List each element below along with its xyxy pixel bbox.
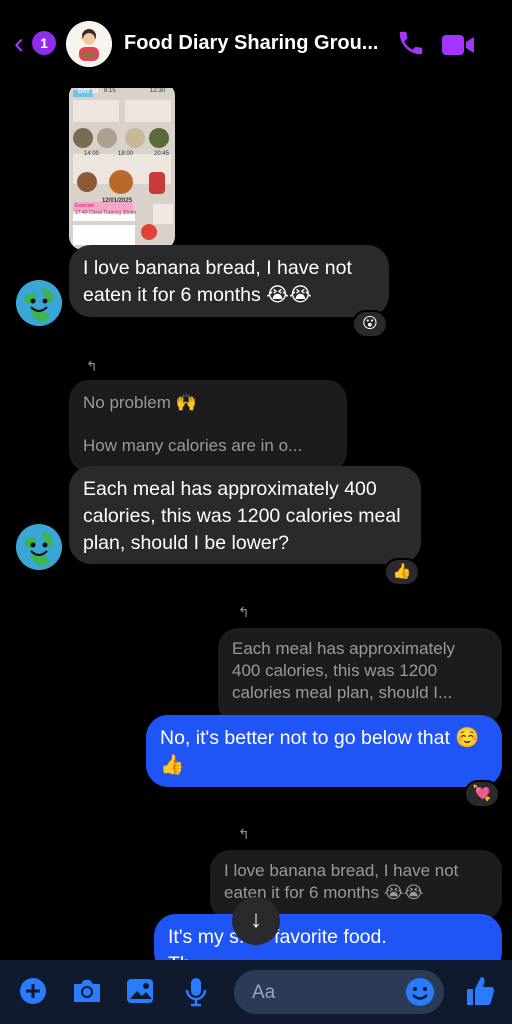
like-icon[interactable] <box>464 974 496 1013</box>
message-reaction[interactable]: 💘 <box>464 780 500 808</box>
quoted-line: No problem 🙌 <box>83 393 197 412</box>
reply-icon: ↰ <box>238 604 250 620</box>
phone-icon[interactable] <box>396 28 426 63</box>
photo-time-5: 20:45 <box>154 151 170 157</box>
shared-photo[interactable] <box>69 82 175 250</box>
message-reaction[interactable]: 😮 <box>352 310 388 338</box>
reply-icon: ↰ <box>86 358 98 374</box>
photo-time-4: 18:00 <box>118 151 134 157</box>
emoji-icon[interactable] <box>404 976 436 1013</box>
photo-plan: 17:40 Chest Training 30min <box>75 210 137 216</box>
unread-badge[interactable]: 1 <box>32 31 56 55</box>
chat-title[interactable]: Food Diary Sharing Grou... <box>124 32 390 55</box>
microphone-icon[interactable] <box>182 976 210 1013</box>
message-input-placeholder: Aa <box>252 982 276 1003</box>
scroll-down-icon[interactable]: ↓ <box>232 897 280 945</box>
group-avatar[interactable] <box>66 21 112 67</box>
photo-day-tag: DAY 24 <box>78 89 99 95</box>
quoted-message[interactable]: No problem 🙌 How many calories are in o.… <box>69 380 347 472</box>
video-icon[interactable] <box>440 32 476 63</box>
photo-time-3: 14:00 <box>84 151 100 157</box>
sender-avatar[interactable] <box>16 524 62 570</box>
photo-time-1: 8:15 <box>104 88 116 94</box>
gallery-icon[interactable] <box>124 976 156 1011</box>
message-bubble[interactable]: I love banana bread, I have not eaten it… <box>69 245 389 317</box>
camera-icon[interactable] <box>70 976 104 1011</box>
photo-exercise: Exercise <box>75 203 95 209</box>
sender-avatar[interactable] <box>16 280 62 326</box>
reply-icon: ↰ <box>238 826 250 842</box>
message-bubble[interactable]: Each meal has approximately 400 calories… <box>69 466 421 564</box>
photo-time-2: 12:30 <box>150 88 166 94</box>
plus-icon[interactable] <box>18 976 48 1011</box>
quoted-message[interactable]: Each meal has approximately 400 calories… <box>218 628 502 724</box>
photo-date: 12/01/2025 <box>102 198 133 204</box>
back-arrow-icon[interactable]: ‹ <box>14 29 24 59</box>
quoted-line: How many calories are in o... <box>83 436 303 455</box>
message-reaction[interactable]: 👍 <box>384 558 420 586</box>
message-bubble[interactable]: No, it's better not to go below that ☺️👍 <box>146 715 502 787</box>
message-text: It's my s...'s favorite food. <box>168 926 387 948</box>
